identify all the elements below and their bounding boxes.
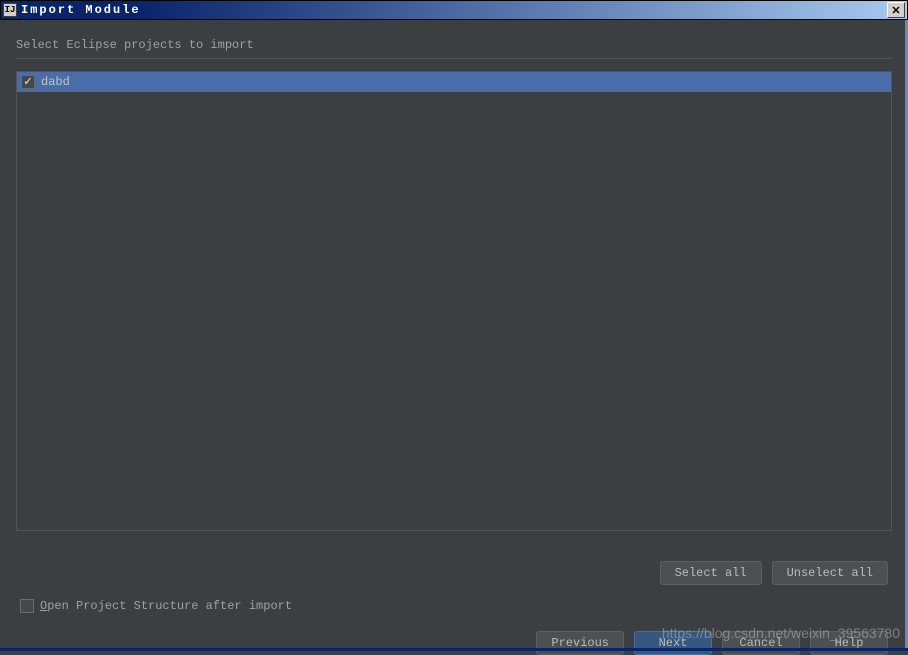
help-button[interactable]: Help [810,631,888,655]
divider [16,58,892,59]
next-button[interactable]: Next [634,631,712,655]
title-bar: IJ Import Module ✕ [0,0,908,20]
project-list[interactable]: dabd [16,71,892,531]
option-row: Open Project Structure after import [16,599,892,613]
unselect-all-button[interactable]: Unselect all [772,561,888,585]
previous-button[interactable]: Previous [536,631,624,655]
footer-buttons-row: Previous Next Cancel Help [16,631,892,655]
select-buttons-row: Select all Unselect all [16,561,892,585]
window-title: Import Module [21,3,887,17]
app-icon: IJ [3,3,17,17]
open-structure-label: Open Project Structure after import [40,599,292,613]
project-checkbox[interactable] [21,75,35,89]
content-area: Select Eclipse projects to import dabd S… [0,20,908,655]
instruction-text: Select Eclipse projects to import [16,38,892,52]
project-name: dabd [41,75,70,89]
cancel-button[interactable]: Cancel [722,631,800,655]
select-all-button[interactable]: Select all [660,561,762,585]
close-button[interactable]: ✕ [887,2,905,18]
open-structure-checkbox[interactable] [20,599,34,613]
project-item[interactable]: dabd [17,72,891,92]
